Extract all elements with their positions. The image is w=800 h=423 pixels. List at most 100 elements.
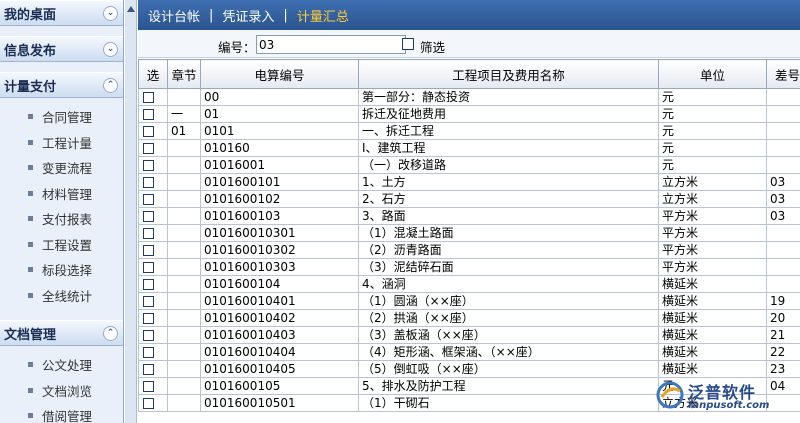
code-cell: 010160010401 — [200, 292, 359, 310]
row-checkbox[interactable] — [143, 108, 154, 120]
table-row[interactable]: 010160010501 （1）干砌石 立方米 — [138, 394, 800, 412]
row-checkbox[interactable] — [143, 295, 154, 307]
sidebar-section-gap — [0, 62, 123, 72]
table-header-row: 选 章节 电算编号 工程项目及费用名称 单位 差号 — [138, 59, 800, 89]
col-header-unit[interactable]: 单位 — [658, 59, 767, 89]
collapse-sidebar-arrow-icon[interactable] — [127, 6, 135, 12]
table-row[interactable]: 0101600105 5、排水及防护工程元 04 — [138, 377, 800, 395]
table-row[interactable]: 010160010404 （4）矩形涵、框架涵、（××座） 横延米 22 — [138, 343, 800, 361]
row-checkbox[interactable] — [143, 210, 154, 222]
table-row[interactable]: 010160010403 （3）盖板涵（××座） 横延米 21 — [138, 326, 800, 344]
row-checkbox[interactable] — [143, 261, 154, 273]
filter-checkbox-label: 筛选 — [420, 40, 446, 55]
unit-cell: 横延米 — [658, 309, 767, 327]
unit-cell: 平方米 — [658, 241, 767, 259]
diff-cell — [766, 88, 800, 106]
col-header-select[interactable]: 选 — [138, 59, 168, 89]
sidebar-section-4[interactable]: 文档管理 ⌃ — [0, 320, 123, 346]
tab-2[interactable]: 凭证录入 — [220, 6, 276, 25]
sidebar-item[interactable]: 借阅管理 — [0, 403, 123, 423]
col-header-name[interactable]: 工程项目及费用名称 — [358, 59, 659, 89]
row-checkbox[interactable] — [143, 159, 154, 171]
code-cell: 010160010403 — [200, 326, 359, 344]
table-row[interactable]: 0101600104 4、涵洞 横延米 — [138, 275, 800, 293]
row-checkbox[interactable] — [143, 142, 154, 154]
chevron-down-icon[interactable]: ⌄ — [103, 5, 118, 21]
bullet-icon — [28, 241, 33, 247]
name-cell: （1）干砌石 — [358, 394, 659, 412]
unit-cell: 横延米 — [658, 326, 767, 344]
sidebar-section-2[interactable]: 信息发布 ⌄ — [0, 36, 123, 62]
table-row[interactable]: 010160010405 （5）倒虹吸（××座） 横延米 23 — [138, 360, 800, 378]
sidebar-item-label: 材料管理 — [42, 186, 93, 202]
code-input[interactable] — [256, 35, 406, 54]
data-grid: 选 章节 电算编号 工程项目及费用名称 单位 差号 00 第一部分：静态投资元一 0… — [138, 59, 800, 423]
unit-cell: 平方米 — [658, 207, 767, 225]
table-row[interactable]: 00 第一部分：静态投资元 — [138, 88, 800, 106]
name-cell: 2、石方 — [358, 190, 659, 208]
chapter-cell — [167, 88, 201, 106]
col-header-chapter[interactable]: 章节 — [167, 59, 201, 89]
row-checkbox[interactable] — [143, 244, 154, 256]
row-checkbox[interactable] — [143, 278, 154, 290]
row-checkbox[interactable] — [143, 329, 154, 341]
chevron-down-icon[interactable]: ⌄ — [103, 41, 118, 57]
col-header-diff[interactable]: 差号 — [766, 59, 800, 89]
sidebar-item[interactable]: 支付报表 — [0, 206, 123, 232]
row-checkbox[interactable] — [143, 91, 154, 103]
filter-checkbox[interactable] — [402, 38, 414, 50]
code-label: 编号： — [218, 40, 256, 55]
row-checkbox[interactable] — [143, 125, 154, 137]
chevron-up-icon[interactable]: ⌃ — [103, 77, 118, 93]
code-cell: 010160010402 — [200, 309, 359, 327]
bullet-icon — [28, 139, 33, 145]
sidebar-section-1[interactable]: 我的桌面 ⌄ — [0, 0, 123, 26]
table-row[interactable]: 010160010402 （2）拱涵（××座） 横延米 20 — [138, 309, 800, 327]
chapter-cell — [167, 275, 201, 293]
diff-cell: 21 — [766, 326, 800, 344]
table-row[interactable]: 010160010303 （3）泥结碎石面 平方米 — [138, 258, 800, 276]
row-select-cell — [138, 275, 168, 293]
sidebar-item[interactable]: 工程计量 — [0, 130, 123, 156]
unit-cell: 横延米 — [658, 275, 767, 293]
sidebar-item[interactable]: 文档浏览 — [0, 378, 123, 404]
sidebar-section-title: 信息发布 — [4, 43, 57, 59]
diff-cell — [766, 224, 800, 242]
row-checkbox[interactable] — [143, 397, 154, 409]
table-row[interactable]: 010160 I、建筑工程元 — [138, 139, 800, 157]
table-row[interactable]: 010160010301 （1）混凝土路面 平方米 — [138, 224, 800, 242]
sidebar-item[interactable]: 材料管理 — [0, 181, 123, 207]
sidebar-item[interactable]: 标段选择 — [0, 257, 123, 283]
table-row[interactable]: 0101600102 2、石方 立方米 03 — [138, 190, 800, 208]
tab-3[interactable]: 计量汇总 — [295, 6, 351, 25]
code-cell: 0101600105 — [200, 377, 359, 395]
row-checkbox[interactable] — [143, 380, 154, 392]
row-checkbox[interactable] — [143, 193, 154, 205]
table-row[interactable]: 01 0101 一、拆迁工程元 — [138, 122, 800, 140]
sidebar-item[interactable]: 公文处理 — [0, 352, 123, 378]
table-row[interactable]: 010160010302 （2）沥青路面 平方米 — [138, 241, 800, 259]
table-row[interactable]: 0101600103 3、路面 平方米 03 — [138, 207, 800, 225]
sidebar-item[interactable]: 工程设置 — [0, 232, 123, 258]
table-row[interactable]: 一 01 拆迁及征地费用元 — [138, 105, 800, 123]
tab-1[interactable]: 设计台帐 — [146, 6, 202, 25]
sidebar-item[interactable]: 变更流程 — [0, 155, 123, 181]
row-checkbox[interactable] — [143, 363, 154, 375]
sidebar-splitter[interactable] — [125, 0, 137, 423]
row-checkbox[interactable] — [143, 227, 154, 239]
sidebar-section-3[interactable]: 计量支付 ⌃ — [0, 72, 123, 98]
table-row[interactable]: 010160010401 （1）圆涵（××座） 横延米 19 — [138, 292, 800, 310]
row-checkbox[interactable] — [143, 176, 154, 188]
sidebar-item[interactable]: 合同管理 — [0, 104, 123, 130]
sidebar-item[interactable]: 全线统计 — [0, 283, 123, 309]
bullet-icon — [28, 267, 33, 273]
sidebar-item-label: 借阅管理 — [42, 409, 93, 423]
diff-cell: 03 — [766, 173, 800, 191]
table-row[interactable]: 0101600101 1、土方 立方米 03 — [138, 173, 800, 191]
chevron-up-icon[interactable]: ⌃ — [103, 325, 118, 341]
col-header-code[interactable]: 电算编号 — [200, 59, 359, 89]
row-checkbox[interactable] — [143, 346, 154, 358]
name-cell: 5、排水及防护工程 — [358, 377, 659, 395]
row-checkbox[interactable] — [143, 312, 154, 324]
table-row[interactable]: 01016001 （一）改移道路元 — [138, 156, 800, 174]
